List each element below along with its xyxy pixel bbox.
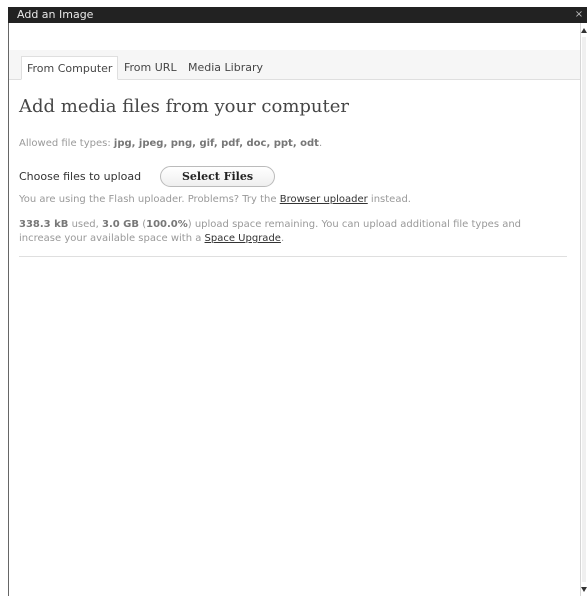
- scroll-up-arrow-icon[interactable]: [581, 25, 587, 35]
- tab-from-url[interactable]: From URL: [119, 56, 182, 79]
- select-files-button[interactable]: Select Files: [160, 166, 275, 187]
- flash-note-text: You are using the Flash uploader. Proble…: [19, 194, 280, 205]
- allowed-types-list: jpg, jpeg, png, gif, pdf, doc, ppt, odt: [113, 138, 319, 149]
- media-tabs: From Computer From URL Media Library: [9, 50, 580, 80]
- space-used: 338.3 kB: [19, 219, 69, 230]
- space-percent: 100.0%: [146, 219, 188, 230]
- flash-note-end: instead.: [367, 194, 411, 205]
- space-end: .: [280, 233, 285, 244]
- divider: [19, 256, 567, 257]
- dialog-titlebar: Add an Image ×: [8, 7, 587, 23]
- allowed-suffix: .: [318, 138, 323, 149]
- space-upgrade-link[interactable]: Space Upgrade: [205, 233, 281, 244]
- page-title: Add media files from your computer: [19, 96, 350, 117]
- upload-space-note: 338.3 kB used, 3.0 GB (100.0%) upload sp…: [19, 218, 559, 246]
- dialog-title: Add an Image: [17, 8, 94, 21]
- browser-uploader-link[interactable]: Browser uploader: [280, 194, 368, 205]
- choose-files-label: Choose files to upload: [19, 170, 142, 183]
- vertical-scrollbar[interactable]: [580, 23, 587, 596]
- close-icon[interactable]: ×: [574, 7, 584, 23]
- space-used-suffix: used,: [68, 219, 102, 230]
- allowed-file-types: Allowed file types: jpg, jpeg, png, gif,…: [19, 138, 322, 149]
- tab-from-computer[interactable]: From Computer: [21, 56, 119, 80]
- space-total: 3.0 GB: [101, 219, 140, 230]
- tab-media-library[interactable]: Media Library: [183, 56, 268, 79]
- scrollbar-thumb[interactable]: [582, 37, 586, 582]
- scroll-down-arrow-icon[interactable]: [581, 584, 587, 594]
- allowed-prefix: Allowed file types:: [19, 138, 114, 149]
- flash-uploader-note: You are using the Flash uploader. Proble…: [19, 194, 411, 205]
